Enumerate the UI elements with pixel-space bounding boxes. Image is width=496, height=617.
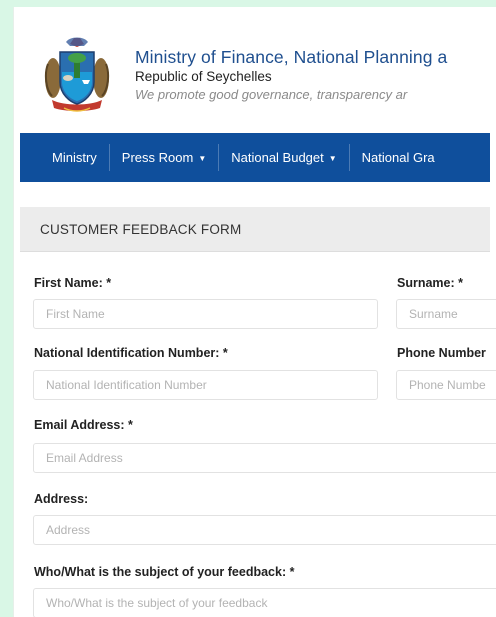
surname-input[interactable]: [396, 299, 496, 329]
nav-item-national-budget[interactable]: National Budget ▼: [219, 144, 350, 171]
nav-item-label: National Gra: [361, 150, 435, 165]
feedback-subject-label: Who/What is the subject of your feedback…: [34, 565, 295, 579]
surname-label: Surname: *: [397, 276, 463, 290]
caret-down-icon: ▼: [328, 154, 337, 163]
feedback-subject-input[interactable]: [33, 588, 496, 617]
national-id-input[interactable]: [33, 370, 378, 400]
email-address-label: Email Address: *: [34, 418, 133, 432]
form-panel-title: CUSTOMER FEEDBACK FORM: [20, 207, 490, 252]
caret-down-icon: ▼: [198, 154, 207, 163]
main-navbar: Ministry Press Room ▼ National Budget ▼ …: [20, 133, 490, 182]
phone-number-label: Phone Number: [397, 346, 486, 360]
national-id-label: National Identification Number: *: [34, 346, 228, 360]
nav-item-label: Press Room: [121, 150, 194, 165]
address-input[interactable]: [33, 515, 496, 545]
site-subtitle: Republic of Seychelles: [135, 69, 272, 84]
site-title[interactable]: Ministry of Finance, National Planning a: [135, 47, 447, 68]
first-name-label: First Name: *: [34, 276, 112, 290]
nav-item-national-grants[interactable]: National Gra: [350, 144, 447, 171]
site-header: Ministry of Finance, National Planning a…: [14, 7, 496, 139]
nav-item-ministry[interactable]: Ministry: [52, 144, 110, 171]
nav-item-label: National Budget: [231, 150, 324, 165]
nav-item-label: Ministry: [52, 150, 97, 165]
coat-of-arms-logo[interactable]: [44, 34, 110, 114]
nav-item-press-room[interactable]: Press Room ▼: [110, 144, 220, 171]
site-tagline: We promote good governance, transparency…: [135, 87, 408, 102]
email-address-input[interactable]: [33, 443, 496, 473]
first-name-input[interactable]: [33, 299, 378, 329]
address-label: Address:: [34, 492, 89, 506]
phone-number-input[interactable]: [396, 370, 496, 400]
